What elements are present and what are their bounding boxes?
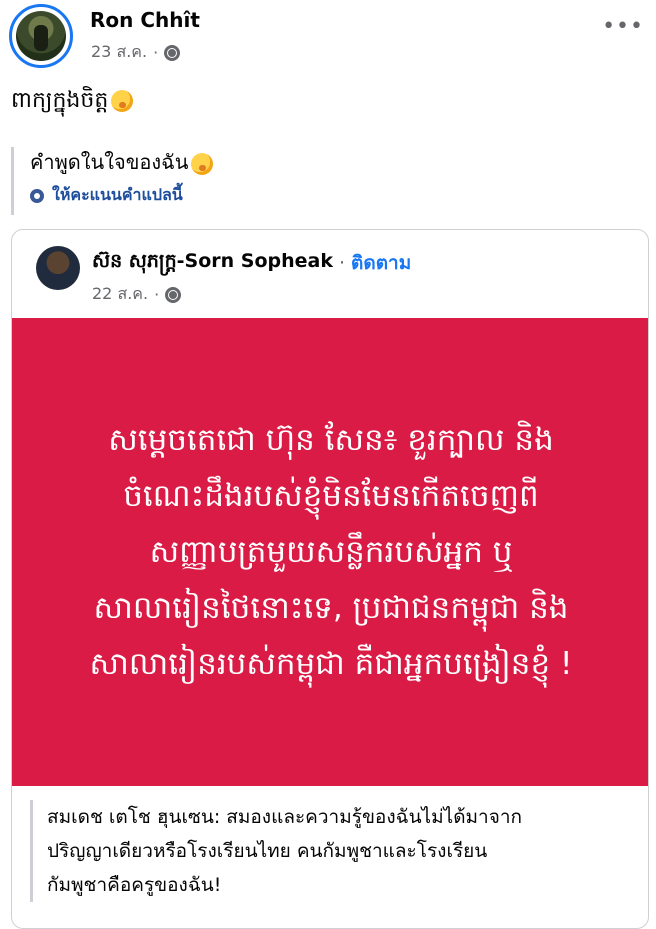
shared-meta-separator: · (154, 285, 160, 304)
caption-line: สมเดช เตโช ฮุนเซน: สมองและความรู้ของฉันไ… (47, 806, 523, 828)
shared-post-meta: 22 ส.ค. · (92, 282, 182, 307)
quote-line: សញ្ញាបត្រមួយសន្លឹករបស់អ្នក ឬ (149, 534, 513, 570)
shared-author-row: ស៊ន សុភក្រ្ត-Sorn Sopheak · ติดตาม (92, 248, 411, 278)
more-options-icon[interactable]: ••• (602, 14, 644, 39)
globe-icon (164, 44, 181, 61)
caption-line: ปริญญาเดียวหรือโรงเรียนไทย คนกัมพูชาและโ… (47, 840, 488, 862)
quote-line: ចំណេះដឹងរបស់ខ្ញុំមិនមែនកើតចេញពី (123, 478, 539, 514)
avatar-image (16, 11, 66, 61)
caption-line: กัมพูชาคือครูของฉัน! (47, 874, 222, 896)
post-body: ពាក្យក្នុងចិត្ត (11, 86, 134, 118)
rate-translation-link[interactable]: ให้คะแนนคำแปลนี้ (30, 183, 641, 208)
translation-text-row: คำพูดในใจของฉัน (30, 147, 641, 177)
post-date[interactable]: 23 ส.ค. (91, 40, 147, 65)
quote-line: សាលារៀនថៃនោះទេ, ប្រជាជនកម្ពុជា និង (93, 590, 569, 626)
author-name[interactable]: Ron Chhît (90, 8, 200, 32)
rate-translation-label: ให้คะแนนคำแปลนี้ (52, 185, 183, 204)
shared-author-name[interactable]: ស៊ន សុភក្រ្ត-Sorn Sopheak (92, 249, 333, 277)
globe-icon (165, 286, 182, 303)
shared-post-date[interactable]: 22 ส.ค. (92, 282, 148, 307)
post-meta: 23 ส.ค. · (91, 40, 181, 65)
follow-button[interactable]: ติดตาม (351, 248, 411, 278)
post-text: ពាក្យក្នុងចិត្ត (11, 88, 109, 113)
name-separator: · (338, 252, 346, 274)
shared-author-avatar[interactable] (36, 246, 80, 290)
yawning-face-emoji-icon (191, 152, 214, 175)
post-header: Ron Chhît 23 ส.ค. · ••• (0, 0, 656, 70)
quote-image-text: សម្តេចតេជោ ហ៊ុន សែន៖ ខួរក្បាល និង ចំណេះដ… (60, 412, 603, 692)
meta-separator: · (153, 43, 159, 62)
shared-post[interactable]: ស៊ន សុភក្រ្ត-Sorn Sopheak · ติดตาม 22 ส.… (11, 229, 649, 929)
gear-icon (30, 188, 44, 203)
author-avatar[interactable] (9, 4, 73, 68)
translation-text: คำพูดในใจของฉัน (30, 150, 189, 174)
quote-line: សម្តេចតេជោ ហ៊ុន សែន៖ ខួរក្បាល និង (108, 422, 554, 458)
translation-block: คำพูดในใจของฉัน ให้คะแนนคำแปลนี้ (11, 147, 641, 215)
yawning-face-emoji-icon (111, 90, 134, 112)
quote-image[interactable]: សម្តេចតេជោ ហ៊ុន សែន៖ ខួរក្បាល និង ចំណេះដ… (12, 318, 648, 786)
quote-line: សាលារៀនរបស់កម្ពុជា គឺជាអ្នកបង្រៀនខ្ញុំ ! (89, 646, 573, 682)
shared-caption: สมเดช เตโช ฮุนเซน: สมองและความรู้ของฉันไ… (30, 800, 647, 902)
